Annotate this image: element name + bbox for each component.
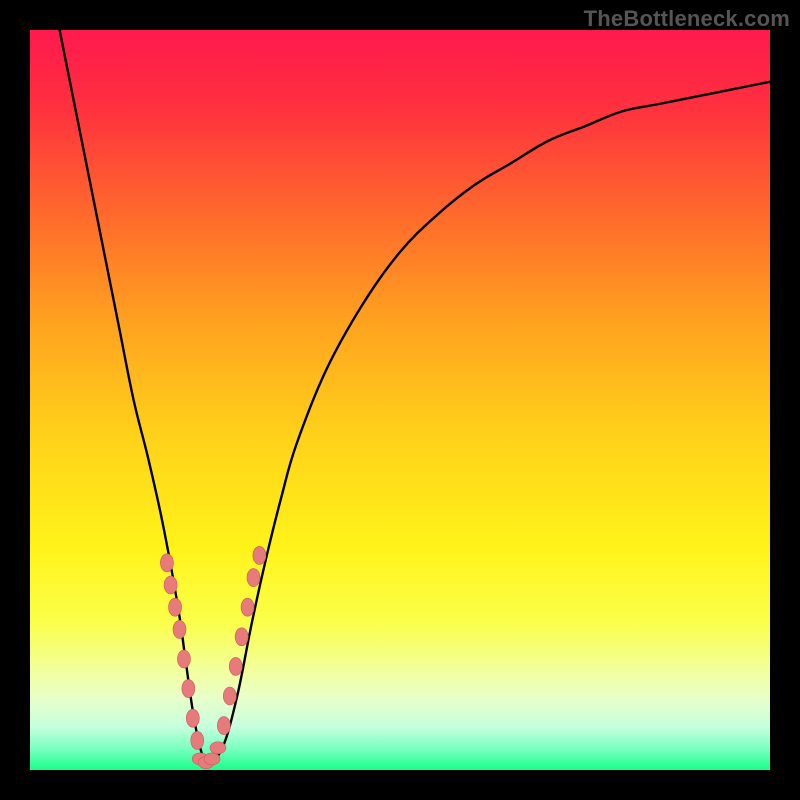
marker-dot [169, 598, 182, 616]
marker-dot [160, 554, 173, 572]
gradient-background [30, 30, 770, 770]
marker-dot [191, 731, 204, 749]
marker-dot [247, 569, 260, 587]
marker-dot [241, 598, 254, 616]
marker-dot [229, 657, 242, 675]
chart-svg [30, 30, 770, 770]
marker-dot [210, 742, 226, 754]
marker-dot [182, 680, 195, 698]
plot-area [30, 30, 770, 770]
marker-dot [186, 709, 199, 727]
marker-dot [223, 687, 236, 705]
marker-dot [177, 650, 190, 668]
marker-dot [204, 753, 220, 765]
outer-frame: TheBottleneck.com [0, 0, 800, 800]
marker-dot [253, 546, 266, 564]
marker-dot [217, 717, 230, 735]
marker-dot [235, 628, 248, 646]
watermark-text: TheBottleneck.com [584, 6, 790, 32]
marker-dot [164, 576, 177, 594]
marker-dot [173, 620, 186, 638]
